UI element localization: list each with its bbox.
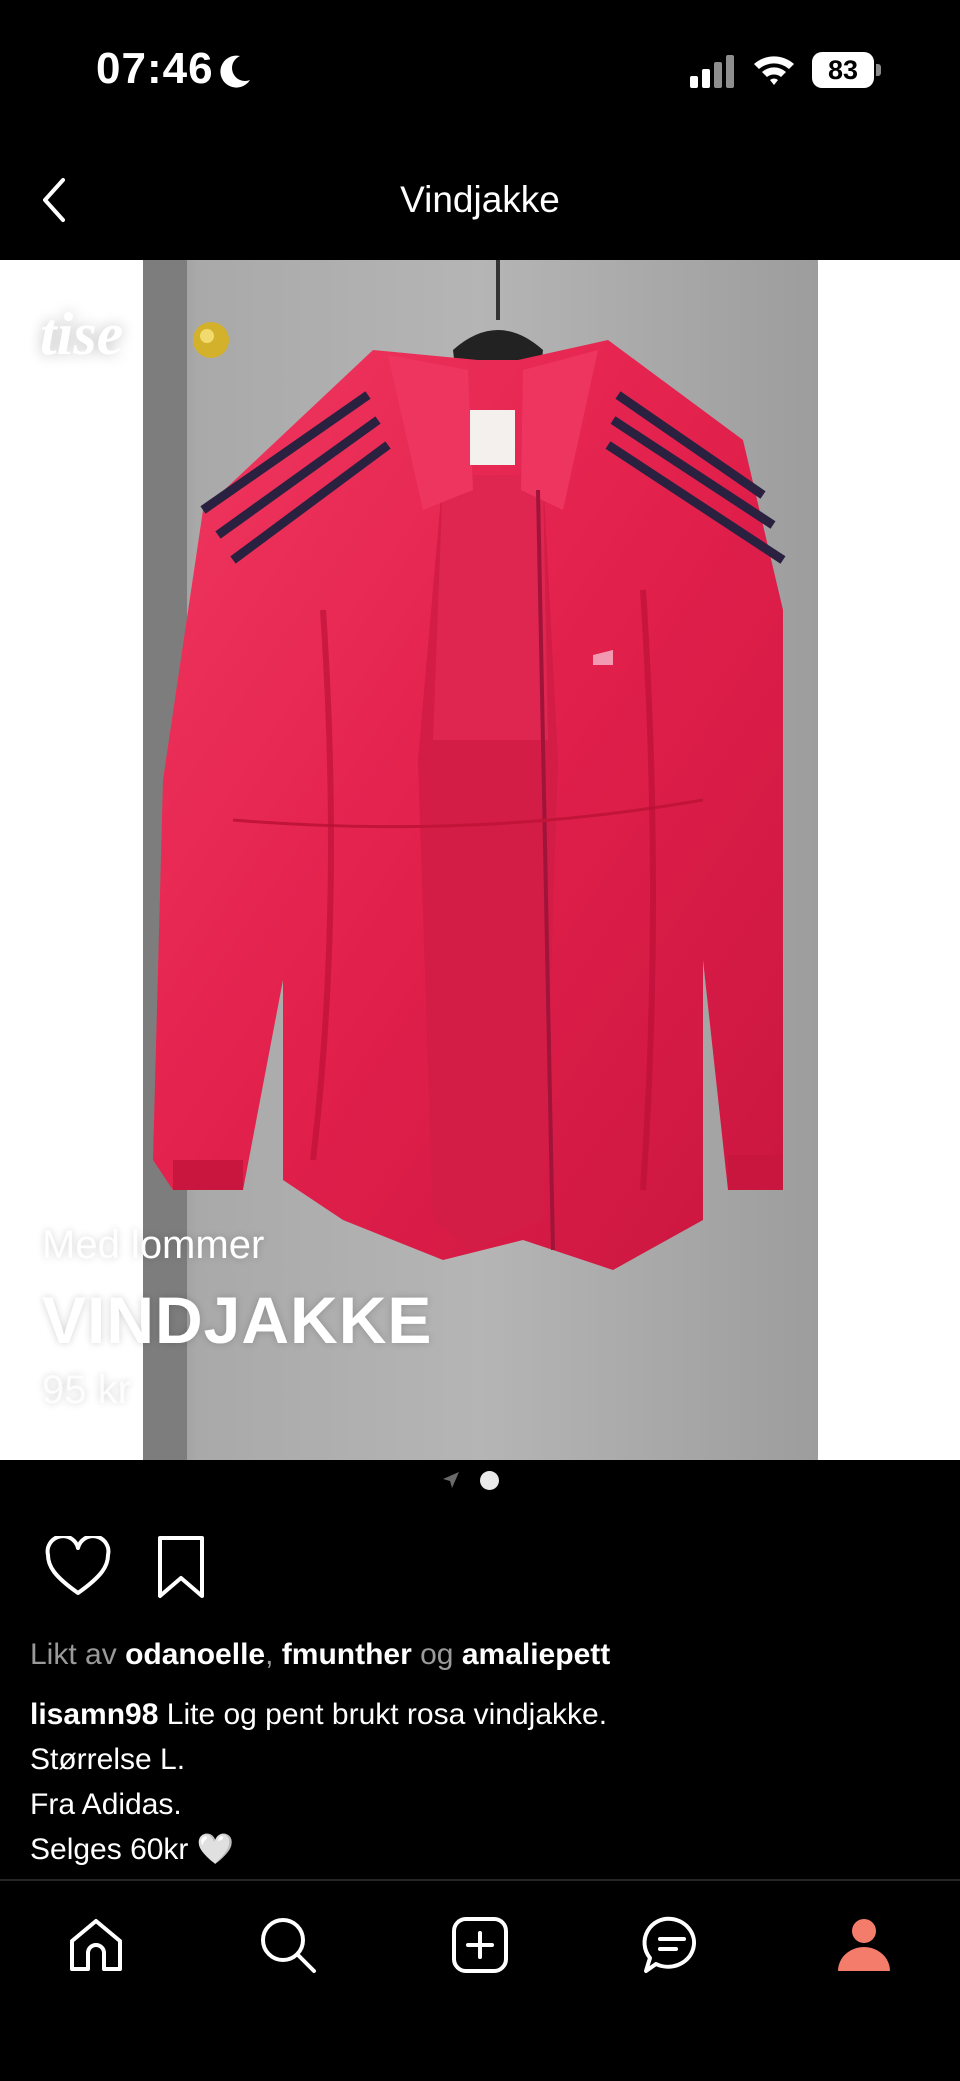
battery-level: 83 — [812, 52, 874, 88]
heart-icon — [45, 1534, 111, 1595]
page-title: Vindjakke — [400, 179, 560, 220]
caption-line: Fra Adidas. — [30, 1788, 182, 1821]
bookmark-icon — [158, 1536, 204, 1598]
post-image[interactable]: tise Med lommer VINDJAKKE 95 kr — [0, 260, 960, 1460]
tab-home[interactable] — [54, 1903, 138, 1987]
post-actions — [0, 1530, 960, 1610]
location-arrow-icon — [443, 1472, 459, 1488]
home-icon — [70, 1919, 122, 1971]
pager-dot-active — [480, 1471, 499, 1490]
status-bar: 07:46 83 — [0, 0, 960, 140]
tise-logo: tise — [40, 301, 124, 367]
battery-cap — [876, 64, 881, 76]
liker-separator: , — [265, 1638, 274, 1671]
status-time: 07:46 — [96, 44, 214, 93]
liked-by-conjunction: og — [420, 1638, 454, 1671]
listing-price: 95 kr — [42, 1368, 131, 1412]
moon-icon — [220, 55, 250, 88]
search-icon — [261, 1918, 316, 1973]
chevron-left-icon — [43, 178, 65, 222]
liker-link[interactable]: odanoelle — [125, 1638, 265, 1671]
caption-line: Størrelse L. — [30, 1743, 186, 1776]
tab-profile[interactable] — [822, 1903, 906, 1987]
tab-bar — [0, 1881, 960, 2081]
listing-subtitle: Med lommer — [42, 1223, 265, 1267]
caption-line: Selges 60kr 🤍 — [30, 1833, 235, 1866]
like-button[interactable] — [44, 1534, 112, 1598]
add-post-icon — [452, 1917, 508, 1973]
caption-username[interactable]: lisamn98 — [30, 1698, 158, 1731]
image-pager — [0, 1460, 960, 1500]
tab-messages[interactable] — [630, 1903, 714, 1987]
nav-header: Vindjakke — [0, 140, 960, 260]
wifi-icon — [754, 56, 794, 85]
messages-icon — [642, 1916, 697, 1973]
cellular-signal-icon — [690, 55, 734, 88]
tab-search[interactable] — [246, 1903, 330, 1987]
liked-by: Likt av odanoelle, fmunther og amaliepet… — [30, 1638, 610, 1672]
save-button[interactable] — [152, 1534, 210, 1600]
listing-title: VINDJAKKE — [42, 1283, 433, 1357]
tab-add-post[interactable] — [438, 1903, 522, 1987]
liker-link[interactable]: amaliepett — [462, 1638, 610, 1671]
liker-link[interactable]: fmunther — [282, 1638, 412, 1671]
profile-icon — [838, 1919, 890, 1971]
back-button[interactable] — [24, 160, 84, 240]
battery-icon: 83 — [812, 52, 882, 88]
jacket-photo — [143, 260, 818, 1460]
caption-line: Lite og pent brukt rosa vindjakke. — [166, 1698, 608, 1731]
post-caption: lisamn98 Lite og pent brukt rosa vindjak… — [30, 1692, 930, 1872]
liked-by-prefix: Likt av — [30, 1638, 117, 1671]
